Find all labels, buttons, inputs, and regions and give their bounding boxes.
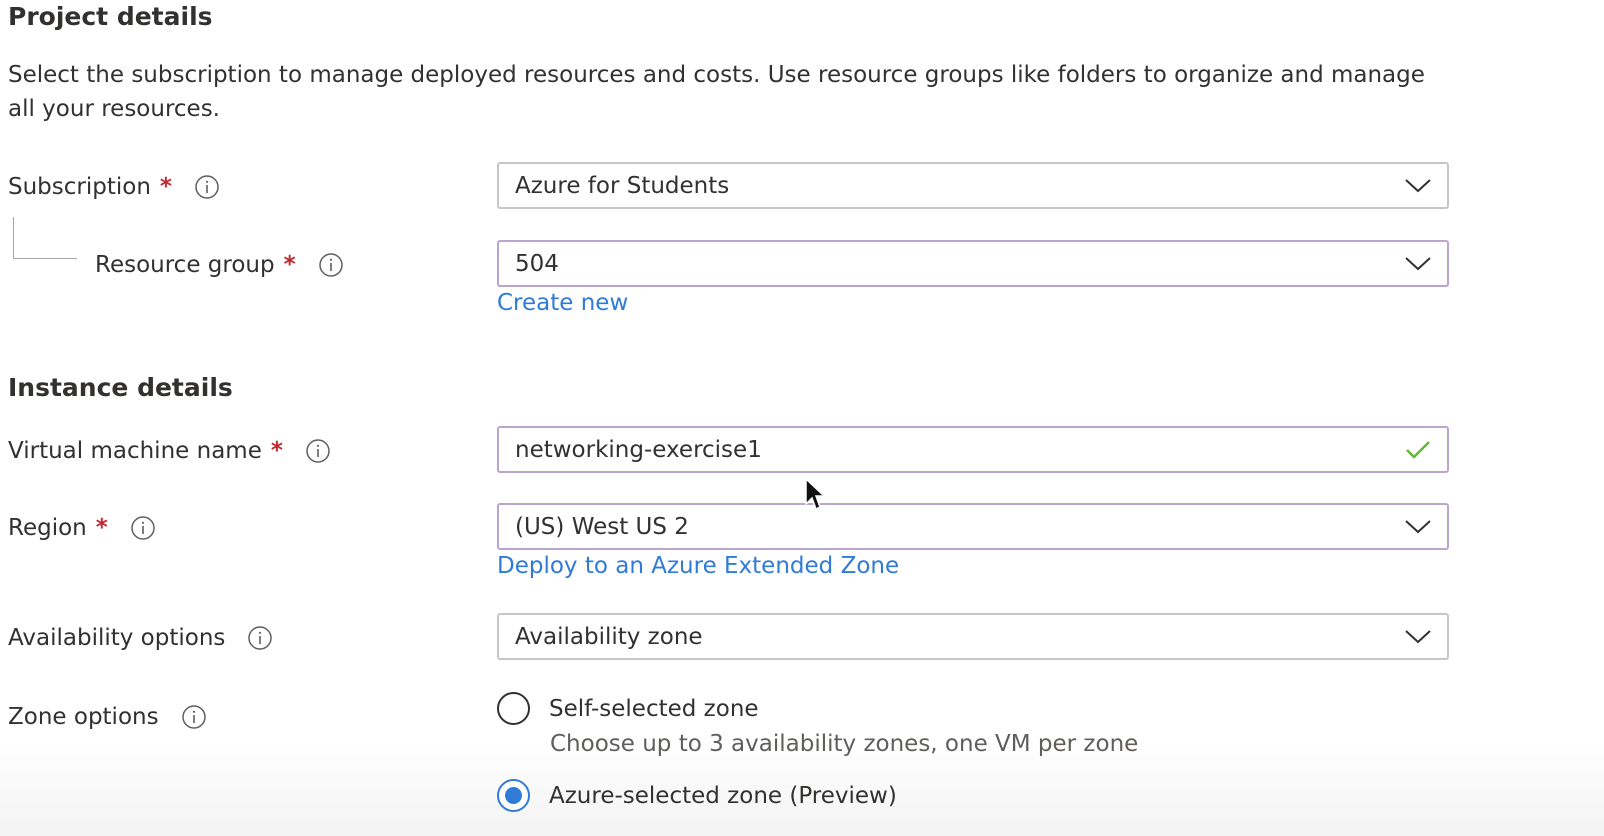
vm-name-label-row: Virtual machine name * — [8, 431, 331, 471]
required-marker: * — [159, 174, 172, 200]
radio-button-checked[interactable] — [497, 779, 530, 812]
availability-value: Availability zone — [515, 623, 703, 650]
availability-label-row: Availability options — [8, 618, 273, 658]
chevron-down-icon — [1403, 249, 1433, 279]
self-selected-zone-option[interactable]: Self-selected zone — [497, 692, 759, 725]
chevron-down-icon — [1403, 171, 1433, 201]
info-icon[interactable] — [130, 515, 156, 541]
required-marker: * — [270, 438, 283, 464]
region-value: (US) West US 2 — [515, 513, 689, 540]
vm-name-value: networking-exercise1 — [515, 436, 762, 463]
required-marker: * — [283, 252, 296, 278]
deploy-extended-zone-link[interactable]: Deploy to an Azure Extended Zone — [497, 553, 899, 579]
region-label: Region — [8, 515, 87, 541]
subscription-value: Azure for Students — [515, 172, 730, 199]
region-label-row: Region * — [8, 508, 156, 548]
radio-button-unchecked[interactable] — [497, 692, 530, 725]
chevron-down-icon — [1403, 512, 1433, 542]
availability-label: Availability options — [8, 625, 226, 651]
resource-group-label: Resource group — [95, 252, 275, 278]
chevron-down-icon — [1403, 622, 1433, 652]
info-icon[interactable] — [247, 625, 273, 651]
self-selected-zone-help: Choose up to 3 availability zones, one V… — [550, 731, 1139, 757]
resource-group-tree-connector — [13, 217, 77, 259]
subscription-label-row: Subscription * — [8, 167, 220, 207]
radio-dot — [505, 787, 522, 804]
availability-dropdown[interactable]: Availability zone — [497, 613, 1449, 660]
subscription-label: Subscription — [8, 174, 151, 200]
create-vm-basics-form: Project details Select the subscription … — [0, 0, 1604, 836]
vm-name-label: Virtual machine name — [8, 438, 262, 464]
info-icon[interactable] — [305, 438, 331, 464]
project-details-description: Select the subscription to manage deploy… — [8, 62, 1425, 122]
checkmark-icon — [1403, 435, 1433, 465]
resource-group-label-row: Resource group * — [95, 245, 344, 285]
azure-selected-zone-option[interactable]: Azure-selected zone (Preview) — [497, 779, 897, 812]
info-icon[interactable] — [318, 252, 344, 278]
resource-group-dropdown[interactable]: 504 — [497, 240, 1449, 287]
region-dropdown[interactable]: (US) West US 2 — [497, 503, 1449, 550]
mouse-cursor-icon — [804, 477, 826, 512]
zone-options-label: Zone options — [8, 704, 159, 730]
self-selected-zone-label: Self-selected zone — [549, 695, 759, 722]
required-marker: * — [95, 515, 108, 541]
create-new-resource-group-link[interactable]: Create new — [497, 290, 628, 316]
subscription-dropdown[interactable]: Azure for Students — [497, 162, 1449, 209]
resource-group-value: 504 — [515, 250, 559, 277]
vm-name-input[interactable]: networking-exercise1 — [497, 426, 1449, 473]
info-icon[interactable] — [181, 704, 207, 730]
project-details-heading: Project details — [8, 2, 213, 31]
zone-options-label-row: Zone options — [8, 697, 207, 737]
info-icon[interactable] — [194, 174, 220, 200]
instance-details-heading: Instance details — [8, 373, 233, 402]
azure-selected-zone-label: Azure-selected zone (Preview) — [549, 782, 897, 809]
